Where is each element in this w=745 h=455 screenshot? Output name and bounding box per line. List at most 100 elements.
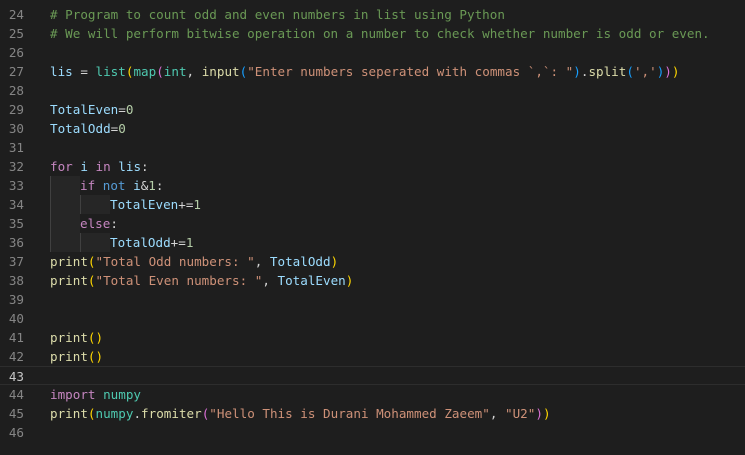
code-text: # We will perform bitwise operation on a… [50,24,710,43]
code-line[interactable]: 36 TotalOdd+=1 [0,233,745,252]
code-line[interactable]: 37 print("Total Odd numbers: ", TotalOdd) [0,252,745,271]
code-token: numpy [95,406,134,421]
line-number: 46 [8,425,24,440]
code-token: , [254,254,270,269]
code-token: if [80,178,96,193]
code-line[interactable]: 28 [0,81,745,100]
code-text: TotalEven=0 [50,100,133,119]
code-token: "U2" [505,406,536,421]
code-text: if not i&1: [50,176,163,195]
code-line[interactable]: 45 print(numpy.fromiter("Hello This is Du… [0,404,745,423]
code-token: ) [330,254,339,269]
code-text: import numpy [50,385,141,404]
code-token: print [50,273,88,288]
code-token: TotalOdd [110,235,171,250]
line-number: 24 [8,7,24,22]
code-token: 1 [148,178,156,193]
line-number: 32 [8,159,24,174]
code-token: ) [535,406,543,421]
code-token: : [155,178,164,193]
code-token: , [489,406,506,421]
code-token: 0 [125,102,134,117]
line-number: 42 [8,349,24,364]
code-token: not [102,178,126,193]
code-text: print() [50,347,103,366]
line-number: 25 [8,26,24,41]
line-number: 41 [8,330,24,345]
line-number: 27 [8,64,24,79]
line-number: 43 [8,369,24,384]
code-line[interactable]: 31 [0,138,745,157]
code-token: ( [626,64,634,79]
code-line[interactable]: 29 TotalEven=0 [0,100,745,119]
code-line[interactable]: 24 # Program to count odd and even number… [0,5,745,24]
code-line-current[interactable]: 43 [0,366,745,385]
code-token: input [201,64,240,79]
line-number: 39 [8,292,24,307]
code-token: i [133,178,141,193]
code-token: # We will perform bitwise operation on a… [50,26,710,41]
code-token: ) [671,64,680,79]
code-line[interactable]: 39 [0,290,745,309]
code-token: () [87,330,104,345]
code-token: += [170,235,186,250]
code-token: ( [87,254,96,269]
code-token: = [118,102,126,117]
code-token: lis [50,64,73,79]
code-token: else [80,216,111,231]
indent-guide [80,195,110,214]
code-line[interactable]: 44 import numpy [0,385,745,404]
code-token: 0 [118,121,126,136]
code-line[interactable]: 40 [0,309,745,328]
code-token: 1 [185,235,194,250]
code-token: ) [573,64,581,79]
code-token: fromiter [141,406,202,421]
code-token: numpy [103,387,142,402]
code-token: TotalOdd [50,121,111,136]
code-token: "Total Odd numbers: " [95,254,255,269]
code-token: TotalOdd [269,254,331,269]
line-number: 36 [8,235,24,250]
code-line[interactable]: 46 [0,423,745,442]
code-line[interactable]: 25 # We will perform bitwise operation on… [0,24,745,43]
code-line[interactable]: 30 TotalOdd=0 [0,119,745,138]
code-token: ) [345,273,354,288]
code-token: print [50,330,88,345]
code-text: # Program to count odd and even numbers … [50,5,505,24]
line-number: 34 [8,197,24,212]
code-token: ( [87,406,96,421]
code-line[interactable]: 41 print() [0,328,745,347]
line-number: 45 [8,406,24,421]
code-line[interactable]: 33 if not i&1: [0,176,745,195]
code-token: print [50,349,88,364]
code-token: , [262,273,278,288]
code-line[interactable]: 35 else: [0,214,745,233]
code-token: ',' [633,64,657,79]
code-line[interactable]: 26 [0,43,745,62]
code-text: print() [50,328,103,347]
code-text: TotalOdd+=1 [50,233,193,252]
code-token: i [80,159,88,174]
code-line[interactable]: 38 print("Total Even numbers: ", TotalEve… [0,271,745,290]
code-line[interactable]: 34 TotalEven+=1 [0,195,745,214]
line-number: 31 [8,140,24,155]
code-token: list [95,64,126,79]
code-line[interactable]: 42 print() [0,347,745,366]
code-editor[interactable]: 24 # Program to count odd and even number… [0,5,745,442]
code-token: TotalEven [277,273,346,288]
code-token: : [110,216,118,231]
code-token: "Total Even numbers: " [95,273,263,288]
code-text: TotalEven+=1 [50,195,201,214]
code-token: print [50,406,88,421]
code-token: int [163,64,187,79]
code-text: print("Total Odd numbers: ", TotalOdd) [50,252,338,271]
code-line[interactable]: 27 lis = list(map(int, input("Enter numbe… [0,62,745,81]
code-line[interactable]: 32 for i in lis: [0,157,745,176]
code-token: "Hello This is Durani Mohammed Zaeem" [209,406,490,421]
indent-guide [50,176,80,195]
code-token: for [50,159,73,174]
code-token: # Program to count odd and even numbers … [50,7,505,22]
